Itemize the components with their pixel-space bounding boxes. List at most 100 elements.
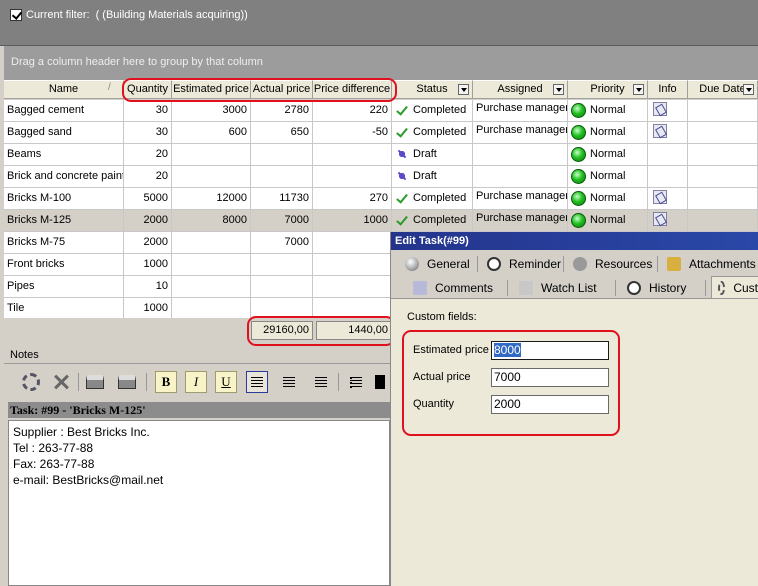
col-name-cell[interactable]: Front bricks — [4, 254, 124, 276]
align-left-button[interactable] — [246, 371, 268, 393]
col-name-cell[interactable]: Bricks M-125 — [4, 210, 124, 232]
col-name-cell[interactable]: Bagged cement — [4, 100, 124, 122]
col-assigned-cell[interactable] — [473, 144, 568, 166]
bullets-button[interactable] — [345, 371, 367, 393]
notes-editor[interactable]: Supplier : Best Bricks Inc. Tel : 263-77… — [8, 420, 390, 586]
filter-dropdown-icon[interactable] — [633, 84, 644, 95]
col-estimated-price-cell[interactable] — [172, 276, 251, 298]
col-actual-price-cell[interactable] — [251, 254, 313, 276]
col-actual-price-cell[interactable]: 11730 — [251, 188, 313, 210]
group-by-panel[interactable]: Drag a column header here to group by th… — [4, 46, 758, 80]
col-name-cell[interactable]: Pipes — [4, 276, 124, 298]
tab-comments[interactable]: Comments — [413, 278, 493, 298]
italic-button[interactable]: I — [185, 371, 207, 393]
table-row[interactable]: Beams 20 Draft Normal — [4, 144, 758, 166]
attachment-info-icon[interactable] — [653, 212, 667, 226]
col-due-date-cell[interactable] — [688, 144, 758, 166]
attachment-info-icon[interactable] — [653, 190, 667, 204]
col-quantity-cell[interactable]: 10 — [124, 276, 172, 298]
col-quantity-cell[interactable]: 20 — [124, 166, 172, 188]
col-assigned-cell[interactable]: Purchase manager — [473, 122, 568, 144]
col-quantity-cell[interactable]: 30 — [124, 100, 172, 122]
attachment-info-icon[interactable] — [653, 124, 667, 138]
table-row[interactable]: Bagged sand 30 600 650 -50 Completed Purchase … — [4, 122, 758, 144]
col-price-difference-cell[interactable] — [313, 276, 392, 298]
col-estimated-price-cell[interactable] — [172, 166, 251, 188]
col-due-date-cell[interactable] — [688, 166, 758, 188]
col-name-cell[interactable]: Tile — [4, 298, 124, 320]
col-quantity-cell[interactable]: 30 — [124, 122, 172, 144]
col-assigned-header[interactable]: Assigned — [473, 80, 568, 99]
col-price-difference-cell[interactable] — [313, 144, 392, 166]
col-name-cell[interactable]: Bagged sand — [4, 122, 124, 144]
col-actual-price-cell[interactable] — [251, 276, 313, 298]
print-preview-button[interactable] — [84, 371, 106, 393]
col-status-cell[interactable]: Completed — [392, 188, 473, 210]
col-price-difference-cell[interactable]: 270 — [313, 188, 392, 210]
col-priority-cell[interactable]: Normal — [568, 100, 648, 122]
col-priority-cell[interactable]: Normal — [568, 144, 648, 166]
col-quantity-cell[interactable]: 2000 — [124, 210, 172, 232]
col-due-date-cell[interactable] — [688, 122, 758, 144]
col-priority-cell[interactable]: Normal — [568, 210, 648, 232]
settings-button[interactable] — [20, 371, 42, 393]
tab-reminder[interactable]: Reminder — [487, 254, 561, 274]
col-status-cell[interactable]: Draft — [392, 166, 473, 188]
col-actual-price-cell[interactable]: 7000 — [251, 232, 313, 254]
tab-history[interactable]: History — [627, 278, 686, 298]
col-status-header[interactable]: Status — [392, 80, 473, 99]
col-estimated-price-cell[interactable]: 3000 — [172, 100, 251, 122]
text-color-button[interactable] — [374, 371, 386, 393]
tab-watch-list[interactable]: Watch List — [519, 278, 597, 298]
col-quantity-cell[interactable]: 1000 — [124, 254, 172, 276]
col-quantity-cell[interactable]: 5000 — [124, 188, 172, 210]
col-assigned-cell[interactable] — [473, 166, 568, 188]
bold-button[interactable]: B — [155, 371, 177, 393]
col-estimated-price-cell[interactable]: 8000 — [172, 210, 251, 232]
col-due-date-cell[interactable] — [688, 210, 758, 232]
align-center-button[interactable] — [278, 371, 300, 393]
filter-dropdown-icon[interactable] — [553, 84, 564, 95]
col-quantity-cell[interactable]: 20 — [124, 144, 172, 166]
col-estimated-price-cell[interactable] — [172, 144, 251, 166]
col-price-difference-cell[interactable] — [313, 254, 392, 276]
col-actual-price-cell[interactable] — [251, 144, 313, 166]
col-name-header[interactable]: Name — [4, 80, 124, 99]
col-info-cell[interactable] — [648, 210, 688, 232]
col-status-cell[interactable]: Completed — [392, 210, 473, 232]
col-actual-price-cell[interactable]: 7000 — [251, 210, 313, 232]
col-price-difference-cell[interactable] — [313, 166, 392, 188]
col-priority-cell[interactable]: Normal — [568, 166, 648, 188]
table-row[interactable]: Brick and concrete paint 20 Draft Normal — [4, 166, 758, 188]
col-estimated-price-cell[interactable] — [172, 232, 251, 254]
col-assigned-cell[interactable]: Purchase manager — [473, 188, 568, 210]
print-button[interactable] — [116, 371, 138, 393]
col-assigned-cell[interactable]: Purchase manager — [473, 210, 568, 232]
filter-dropdown-icon[interactable] — [458, 84, 469, 95]
col-info-cell[interactable] — [648, 166, 688, 188]
col-estimated-price-cell[interactable] — [172, 298, 251, 320]
col-actual-price-cell[interactable]: 650 — [251, 122, 313, 144]
col-priority-cell[interactable]: Normal — [568, 188, 648, 210]
col-info-cell[interactable] — [648, 122, 688, 144]
tab-attachments[interactable]: Attachments — [667, 254, 756, 274]
tab-general[interactable]: General — [405, 254, 470, 274]
col-estimated-price-cell[interactable]: 600 — [172, 122, 251, 144]
col-estimated-price-cell[interactable] — [172, 254, 251, 276]
col-status-cell[interactable]: Completed — [392, 122, 473, 144]
col-info-header[interactable]: Info — [648, 80, 688, 99]
table-row[interactable]: Bricks M-125 2000 8000 7000 1000 Completed Pur… — [4, 210, 758, 232]
col-info-cell[interactable] — [648, 188, 688, 210]
col-name-cell[interactable]: Beams — [4, 144, 124, 166]
align-right-button[interactable] — [310, 371, 332, 393]
col-assigned-cell[interactable]: Purchase manager — [473, 100, 568, 122]
col-price-difference-cell[interactable] — [313, 232, 392, 254]
table-row[interactable]: Bagged cement 30 3000 2780 220 Completed Purch… — [4, 100, 758, 122]
filter-dropdown-icon[interactable] — [743, 84, 754, 95]
col-status-cell[interactable]: Draft — [392, 144, 473, 166]
col-due-date-cell[interactable] — [688, 188, 758, 210]
col-info-cell[interactable] — [648, 144, 688, 166]
col-price-difference-cell[interactable]: 1000 — [313, 210, 392, 232]
col-name-cell[interactable]: Bricks M-100 — [4, 188, 124, 210]
col-quantity-cell[interactable]: 2000 — [124, 232, 172, 254]
